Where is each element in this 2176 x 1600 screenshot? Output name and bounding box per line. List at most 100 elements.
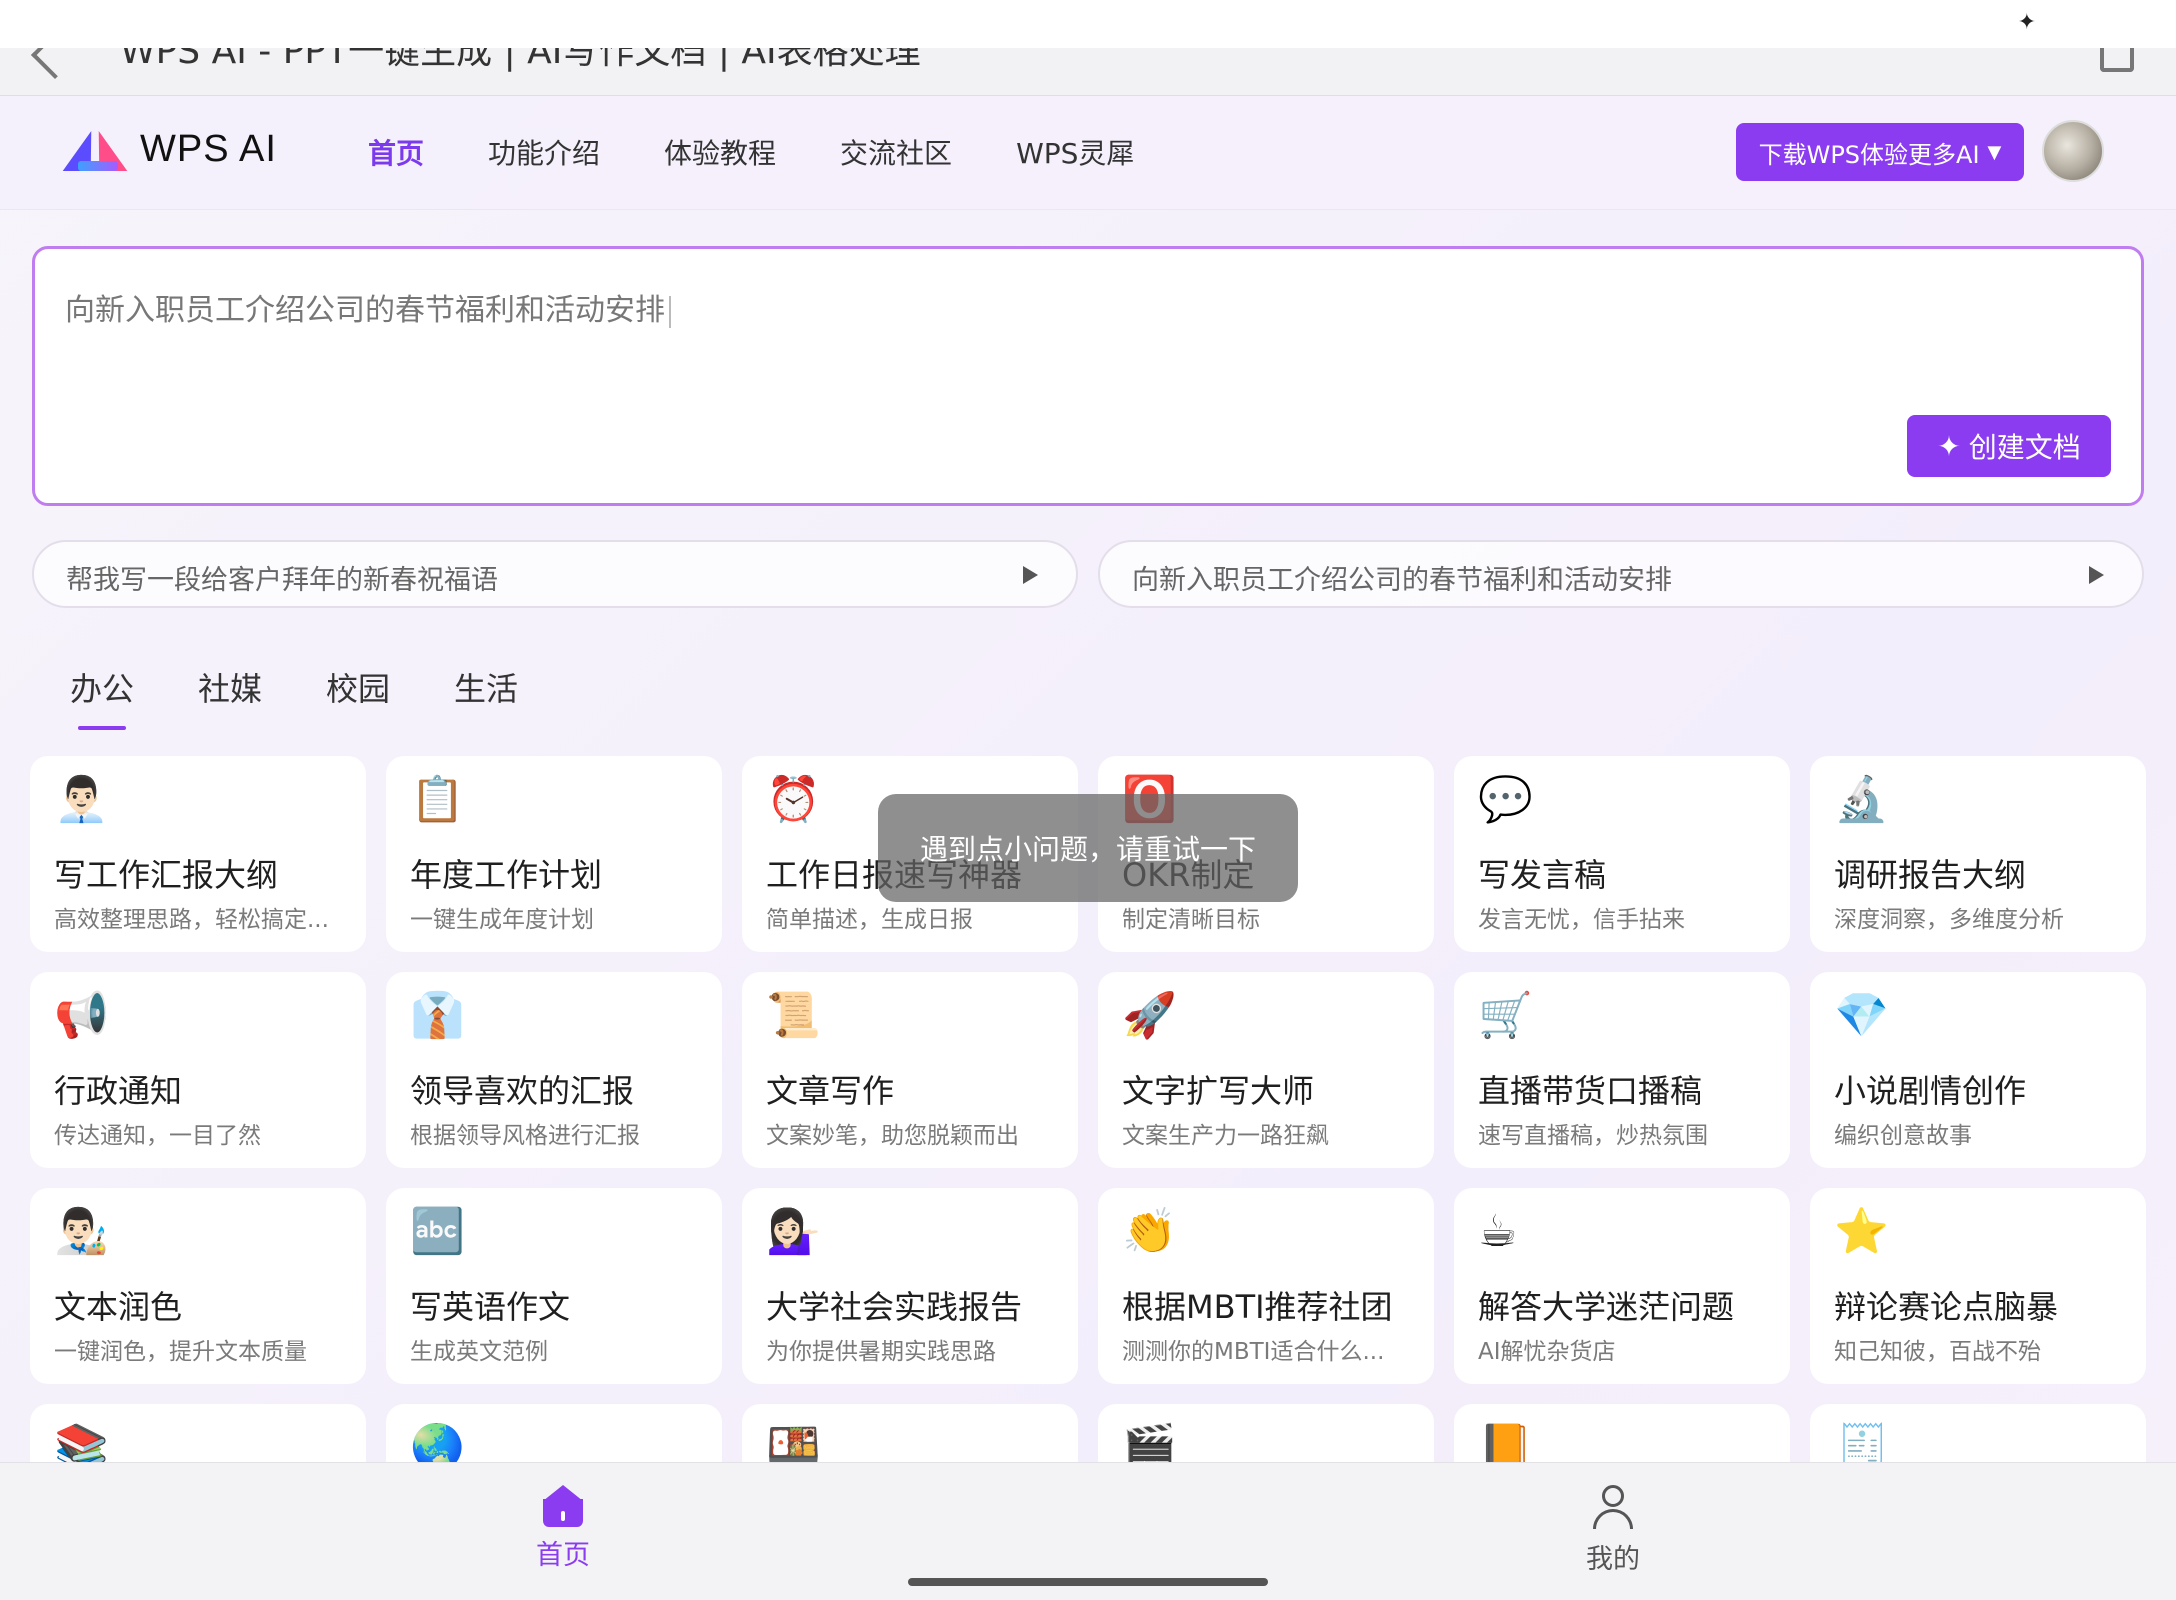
card-title: 文字扩写大师 (1122, 1072, 1315, 1110)
alarm-clock-icon: ⏰ (766, 774, 821, 825)
rocket-icon: 🚀 (1122, 990, 1177, 1041)
template-card[interactable]: 📢 行政通知传达通知，一目了然 (30, 972, 366, 1168)
download-wps-button[interactable]: 下载WPS体验更多AI ▼ (1736, 123, 2024, 181)
error-toast: 遇到点小问题，请重试一下 (878, 794, 1298, 902)
back-arrow-icon[interactable] (30, 48, 80, 80)
card-title: 直播带货口播稿 (1478, 1072, 1703, 1110)
card-description: 文案妙笔，助您脱颖而出 (766, 1123, 1019, 1149)
share-icon[interactable] (2100, 48, 2134, 72)
template-card[interactable]: 👏 根据MBTI推荐社团 测测你的MBTI适合什么... (1098, 1188, 1434, 1384)
scroll-icon: 📜 (766, 990, 821, 1041)
bottom-nav-mine[interactable]: 我的 (1586, 1485, 1640, 1576)
card-description: AI解忧杂货店 (1478, 1339, 1616, 1365)
card-title: 辩论赛论点脑暴 (1834, 1288, 2059, 1326)
template-card[interactable]: ⭐ 辩论赛论点脑暴知己知彼，百战不殆 (1810, 1188, 2146, 1384)
suggestion-chip-2[interactable]: 向新入职员工介绍公司的春节福利和活动安排 (1098, 540, 2144, 608)
template-card[interactable]: ☕ 解答大学迷茫问题 AI解忧杂货店 (1454, 1188, 1790, 1384)
template-card[interactable]: 🚀 文字扩写大师文案生产力一路狂飙 (1098, 972, 1434, 1168)
bottom-nav-home[interactable]: 首页 (536, 1485, 590, 1572)
main-nav: 首页 功能介绍 体验教程 交流社区 WPS灵犀 (368, 132, 1134, 172)
card-title: 行政通知 (54, 1072, 183, 1110)
card-description: 简单描述，生成日报 (766, 907, 973, 933)
template-card[interactable]: 👔 领导喜欢的汇报 根据领导风格进行汇报 (386, 972, 722, 1168)
office-worker-icon: 👨🏻‍💼 (54, 774, 109, 825)
status-bar: ✦ (0, 0, 2176, 48)
card-description: 传达通知，一目了然 (54, 1123, 261, 1149)
site-header: WPS AI 首页 功能介绍 体验教程 交流社区 WPS灵犀 下载WPS体验更多… (0, 96, 2176, 210)
card-description: 深度洞察，多维度分析 (1834, 907, 2064, 933)
template-card[interactable]: 💁🏻‍♀️ 大学社会实践报告为你提供暑期实践思路 (742, 1188, 1078, 1384)
tab-campus[interactable]: 校园 (326, 664, 390, 730)
abcd-icon: 🔤 (410, 1206, 465, 1257)
template-card[interactable]: 👨🏻‍🎨 文本润色一键润色，提升文本质量 (30, 1188, 366, 1384)
template-card[interactable]: 💬 写发言稿 发言无忧，信手拈来 (1454, 756, 1790, 952)
prompt-input-text[interactable]: 向新入职员工介绍公司的春节福利和活动安排 (65, 285, 671, 329)
suggestion-text: 向新入职员工介绍公司的春节福利和活动安排 (1132, 565, 1672, 596)
card-title: 写英语作文 (410, 1288, 571, 1326)
loudspeaker-icon: 📢 (54, 990, 109, 1041)
artist-icon: 👨🏻‍🎨 (54, 1206, 109, 1257)
tab-life[interactable]: 生活 (454, 664, 518, 730)
nav-tutorials[interactable]: 体验教程 (664, 132, 776, 172)
template-card[interactable]: 📋 年度工作计划一键生成年度计划 (386, 756, 722, 952)
create-button-label: 创建文档 (1968, 431, 2081, 464)
logo-text: WPS AI (140, 128, 277, 170)
suggestion-chip-1[interactable]: 帮我写一段给客户拜年的新春祝福语 (32, 540, 1078, 608)
nav-home[interactable]: 首页 (368, 132, 424, 172)
play-icon (2089, 566, 2104, 584)
browser-toolbar: WPS AI - PPT一键生成 | AI写作文档 | AI表格处理 (0, 48, 2176, 96)
template-card[interactable]: 👨🏻‍💼 写工作汇报大纲高效整理思路，轻松搞定... (30, 756, 366, 952)
clipboard-icon: 📋 (410, 774, 465, 825)
gem-icon: 💎 (1834, 990, 1889, 1041)
home-icon (541, 1485, 585, 1527)
card-description: 文案生产力一路狂飙 (1122, 1123, 1329, 1149)
star-icon: ⭐ (1834, 1206, 1889, 1257)
shopping-cart-icon: 🛒 (1478, 990, 1533, 1041)
card-title: 大学社会实践报告 (766, 1288, 1023, 1326)
person-tipping-hand-icon: 💁🏻‍♀️ (766, 1206, 821, 1257)
template-card[interactable]: 🔤 写英语作文生成英文范例 (386, 1188, 722, 1384)
card-title: 根据MBTI推荐社团 (1122, 1288, 1393, 1326)
user-avatar[interactable] (2042, 120, 2104, 182)
suggestion-text: 帮我写一段给客户拜年的新春祝福语 (66, 565, 498, 596)
status-indicator-icon: ✦ (2017, 10, 2036, 35)
card-title: 文本润色 (54, 1288, 183, 1326)
download-button-label: 下载WPS体验更多AI (1758, 140, 1980, 169)
card-description: 为你提供暑期实践思路 (766, 1339, 996, 1365)
prompt-input-box[interactable]: 向新入职员工介绍公司的春节福利和活动安排 ✦ 创建文档 (32, 246, 2144, 506)
wps-ai-logo[interactable]: WPS AI (62, 128, 277, 171)
card-description: 速写直播稿，炒热氛围 (1478, 1123, 1708, 1149)
card-description: 知己知彼，百战不殆 (1834, 1339, 2041, 1365)
card-title: 写工作汇报大纲 (54, 856, 279, 894)
template-card[interactable]: 🛒 直播带货口播稿速写直播稿，炒热氛围 (1454, 972, 1790, 1168)
play-icon (1023, 566, 1038, 584)
card-title: 解答大学迷茫问题 (1478, 1288, 1735, 1326)
browser-page-title: WPS AI - PPT一键生成 | AI写作文档 | AI表格处理 (120, 48, 921, 72)
bottom-nav-label: 我的 (1586, 1544, 1640, 1575)
home-indicator (908, 1578, 1268, 1586)
nav-features[interactable]: 功能介绍 (488, 132, 600, 172)
card-title: 文章写作 (766, 1072, 895, 1110)
card-title: 调研报告大纲 (1834, 856, 2027, 894)
tab-office[interactable]: 办公 (70, 664, 134, 730)
speech-bubble-icon: 💬 (1478, 774, 1533, 825)
create-document-button[interactable]: ✦ 创建文档 (1907, 415, 2111, 477)
card-description: 编织创意故事 (1834, 1123, 1972, 1149)
card-description: 生成英文范例 (410, 1339, 548, 1365)
nav-community[interactable]: 交流社区 (840, 132, 952, 172)
card-description: 高效整理思路，轻松搞定... (54, 907, 329, 933)
template-card[interactable]: 📜 文章写作文案妙笔，助您脱颖而出 (742, 972, 1078, 1168)
template-card[interactable]: 💎 小说剧情创作 编织创意故事 (1810, 972, 2146, 1168)
clapping-hands-icon: 👏 (1122, 1206, 1177, 1257)
coffee-icon: ☕ (1478, 1206, 1518, 1257)
card-title: 年度工作计划 (410, 856, 603, 894)
template-card[interactable]: 🔬 调研报告大纲 深度洞察，多维度分析 (1810, 756, 2146, 952)
card-description: 根据领导风格进行汇报 (410, 1123, 640, 1149)
card-description: 发言无忧，信手拈来 (1478, 907, 1685, 933)
category-tabs: 办公 社媒 校园 生活 (70, 664, 518, 730)
card-description: 一键生成年度计划 (410, 907, 594, 933)
nav-lingxi[interactable]: WPS灵犀 (1016, 132, 1134, 172)
tab-social[interactable]: 社媒 (198, 664, 262, 730)
card-description: 一键润色，提升文本质量 (54, 1339, 307, 1365)
sparkle-icon: ✦ (1937, 429, 1961, 463)
